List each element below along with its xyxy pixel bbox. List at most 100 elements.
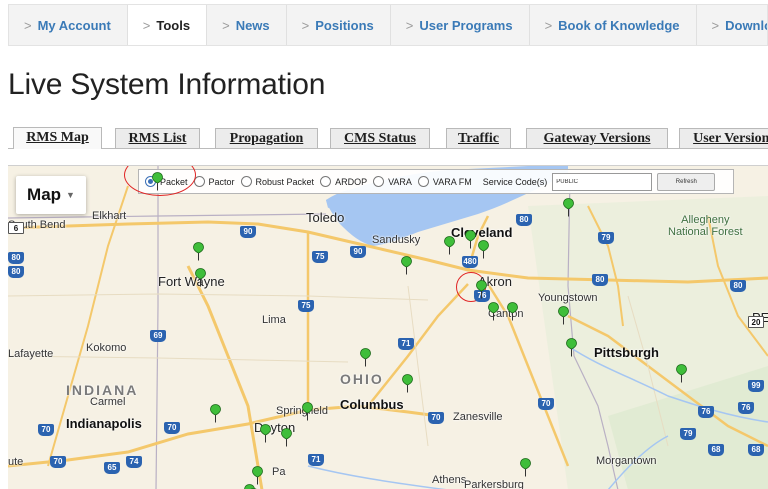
place-label: Indianapolis [66,416,142,431]
highway-shield: 74 [126,456,142,468]
rms-station-pin[interactable] [302,402,313,421]
radio-robust-packet[interactable]: Robust Packet [240,176,315,187]
highway-shield: 79 [680,428,696,440]
rms-station-pin[interactable] [507,302,518,321]
tab-user-versions[interactable]: User Versions [679,128,768,149]
place-label: Sandusky [372,234,421,246]
rms-map[interactable]: Map ▼ Packet Pactor Robust Packet ARDOP V… [8,165,768,489]
radio-label: Robust Packet [255,176,315,187]
highway-shield: 99 [748,380,764,392]
filter-bar: Packet Pactor Robust Packet ARDOP VARA V… [138,169,734,194]
radio-pactor[interactable]: Pactor [193,176,235,187]
tab-gateway-versions[interactable]: Gateway Versions [526,128,668,149]
place-label: Parkersburg [464,479,524,489]
highway-shield: 70 [538,398,554,410]
chevron-right-icon: > [142,17,151,33]
highway-shield: 76 [698,406,714,418]
nav-item-tools[interactable]: > Tools [127,5,208,45]
nav-label: Tools [156,17,191,33]
highway-shield: 80 [516,214,532,226]
radio-label: Pactor [208,176,235,187]
rms-station-pin[interactable] [476,280,487,299]
refresh-button[interactable]: Refresh [657,172,716,191]
rms-station-pin[interactable] [478,240,489,259]
chevron-right-icon: > [301,17,310,33]
radio-label: VARA FM [432,176,472,187]
nav-item-my-account[interactable]: > My Account [9,5,128,45]
chevron-right-icon: > [711,17,720,33]
nav-label: Book of Knowledge [558,17,680,33]
state-label: OHIO [340,371,384,387]
rms-station-pin[interactable] [152,172,163,191]
rms-station-pin[interactable] [563,198,574,217]
nav-label: Download [725,17,767,33]
place-label: Pa [272,466,286,478]
highway-shield: 75 [298,300,314,312]
rms-station-pin[interactable] [401,256,412,275]
radio-button[interactable] [240,176,252,187]
top-nav: > My Account > Tools > News > Positions > Use… [8,4,768,46]
rms-station-pin[interactable] [676,364,687,383]
tab-rms-map[interactable]: RMS Map [13,127,102,149]
highway-shield: 70 [428,412,444,424]
nav-item-user-programs[interactable]: > User Programs [391,5,530,45]
page-title: Live System Information [8,68,326,101]
rms-station-pin[interactable] [465,230,476,249]
rms-station-pin[interactable] [281,428,292,447]
rms-station-pin[interactable] [252,466,263,485]
rms-station-pin[interactable] [195,268,206,287]
place-label: Toledo [306,210,345,225]
highway-shield: 90 [240,226,256,238]
tab-cms-status[interactable]: CMS Status [330,128,430,149]
radio-button[interactable] [373,176,385,187]
rms-station-pin[interactable] [558,306,569,325]
tab-propagation[interactable]: Propagation [215,128,318,149]
nav-label: Positions [315,17,374,33]
rms-station-pin[interactable] [566,338,577,357]
tab-traffic[interactable]: Traffic [446,128,511,149]
radio-vara-fm[interactable]: VARA FM [417,176,472,187]
place-label: National Forest [668,226,743,238]
highway-shield: 79 [598,232,614,244]
place-label: Lima [262,314,286,326]
rms-station-pin[interactable] [260,424,271,443]
rms-station-pin[interactable] [444,236,455,255]
service-code-input[interactable] [552,172,653,191]
highway-shield: 71 [398,338,414,350]
rms-station-pin[interactable] [402,374,413,393]
highway-shield: 80 [730,280,746,292]
place-label: Elkhart [92,210,127,222]
radio-label: VARA [388,176,412,187]
radio-button[interactable] [417,176,429,187]
rms-station-pin[interactable] [488,302,499,321]
nav-item-news[interactable]: > News [207,5,287,45]
place-label: Zanesville [453,411,503,423]
place-label: Carmel [90,396,126,408]
rms-station-pin[interactable] [360,348,371,367]
highway-shield: 68 [708,444,724,456]
place-label: Pittsburgh [594,345,659,360]
radio-ardop[interactable]: ARDOP [320,176,367,187]
rms-station-pin[interactable] [210,404,221,423]
caret-down-icon: ▼ [66,190,75,200]
highway-shield: 71 [308,454,324,466]
highway-shield: 80 [592,274,608,286]
chevron-right-icon: > [24,17,32,33]
highway-shield: 68 [748,444,764,456]
chevron-right-icon: > [405,17,414,33]
tab-rms-list[interactable]: RMS List [115,128,200,149]
radio-button[interactable] [320,176,332,187]
rms-station-pin[interactable] [193,242,204,261]
nav-item-positions[interactable]: > Positions [287,5,391,45]
nav-item-download[interactable]: > Download [697,5,767,45]
place-label: Morgantown [596,455,657,467]
place-label: Athens [432,474,467,486]
highway-shield: 70 [38,424,54,436]
radio-vara[interactable]: VARA [373,176,412,187]
map-type-dropdown[interactable]: Map ▼ [16,176,86,214]
nav-item-book-of-knowledge[interactable]: > Book of Knowledge [530,5,697,45]
highway-shield: 80 [8,266,24,278]
chevron-right-icon: > [544,17,553,33]
rms-station-pin[interactable] [520,458,531,477]
place-label: Youngstown [538,292,598,304]
